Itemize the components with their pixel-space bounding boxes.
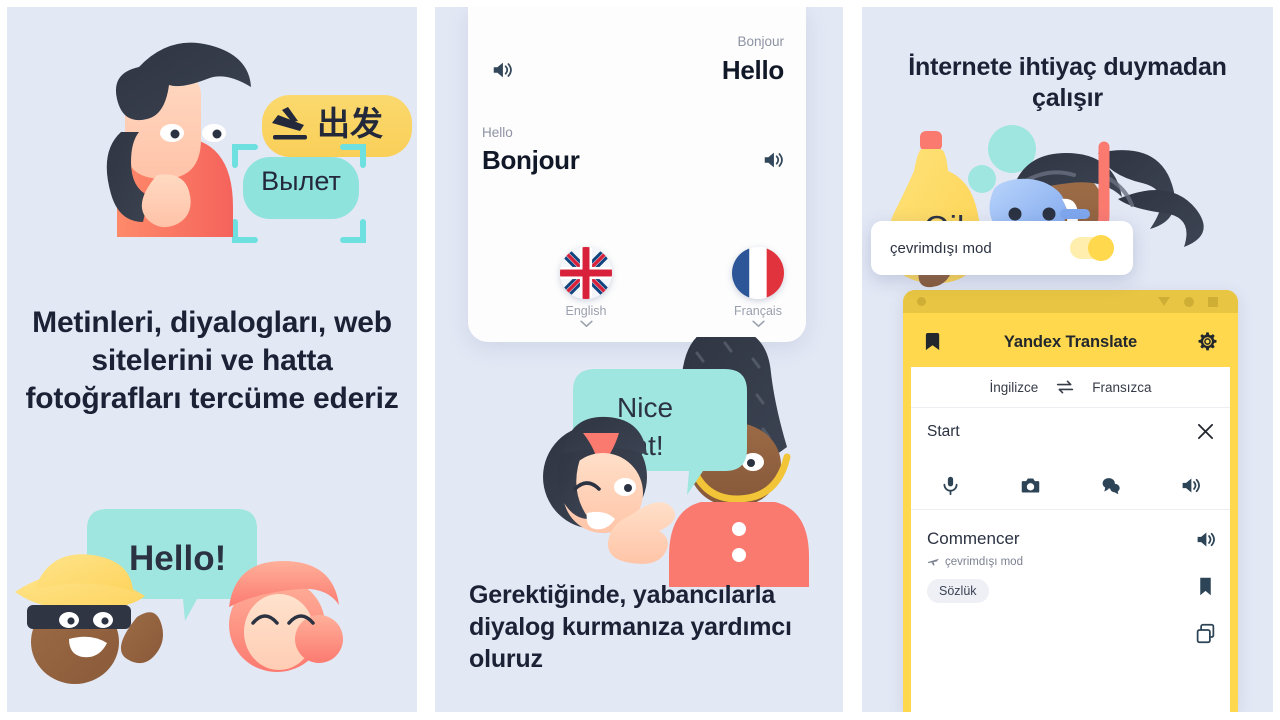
panel-3-headline: İnternete ihtiyaç duymadan çalışır bbox=[908, 53, 1227, 112]
speaker-icon-tool[interactable] bbox=[1180, 475, 1201, 496]
diver-eye-left bbox=[1008, 207, 1022, 221]
illustration-girl-and-guard: Nice hat! bbox=[543, 337, 809, 587]
translation-card: Bonjour Hello Hello Bonjour English Fran… bbox=[468, 7, 806, 342]
airplane-icon bbox=[928, 558, 939, 566]
chevron-down-icon-french[interactable] bbox=[751, 320, 765, 328]
diver-mask-strap bbox=[1060, 209, 1090, 219]
person-left-pupil-r bbox=[101, 617, 109, 625]
illustration-diver: Oil bbox=[887, 125, 1204, 288]
language-label-english: English bbox=[565, 304, 607, 318]
language-selector-french[interactable]: Français bbox=[712, 247, 804, 328]
panel-1-headline: Metinleri, diyalogları, web sitelerini v… bbox=[25, 306, 399, 415]
copy-icon[interactable] bbox=[1195, 623, 1216, 644]
person-right-curl bbox=[295, 615, 343, 663]
speaker-icon-top[interactable] bbox=[491, 59, 513, 81]
translation-result: Commencer çevrimdışı mod Sözlük bbox=[911, 515, 1230, 644]
screenshot-stage: 出发 Вылет Metinleri, diyalogları, web sit… bbox=[0, 0, 1280, 720]
result-chip-sozluk[interactable]: Sözlük bbox=[927, 579, 989, 603]
offline-mode-toggle[interactable] bbox=[1070, 235, 1114, 261]
uk-flag-icon bbox=[560, 247, 612, 299]
diver-eye-right bbox=[1042, 207, 1056, 221]
result-subtitle: çevrimdışı mod bbox=[927, 555, 1214, 568]
bubble-teal-text: Вылет bbox=[261, 166, 341, 196]
guard-uniform bbox=[669, 502, 809, 587]
illustration-two-people-greeting: Hello! bbox=[15, 509, 343, 684]
translate-input-row[interactable]: Start bbox=[911, 408, 1230, 455]
man-pupil-left bbox=[170, 129, 180, 139]
window-chrome-bar bbox=[903, 290, 1238, 313]
camera-icon[interactable] bbox=[1020, 475, 1041, 496]
window-minimize-triangle-icon[interactable] bbox=[1158, 297, 1170, 306]
oil-bottle-cap bbox=[920, 131, 942, 151]
bubble-hello-text: Hello! bbox=[129, 539, 226, 578]
result-subtitle-label: çevrimdışı mod bbox=[945, 555, 1023, 568]
tool-row bbox=[911, 461, 1230, 510]
offline-mode-label: çevrimdışı mod bbox=[890, 239, 992, 257]
france-flag-icon bbox=[732, 247, 784, 299]
speaker-icon-result[interactable] bbox=[1195, 529, 1216, 550]
illustration-man-scanning-sign: 出发 Вылет bbox=[106, 42, 412, 243]
panel-2-headline: Gerektiğinde, yabancılarla diyalog kurma… bbox=[469, 581, 792, 673]
language-selector-english[interactable]: English bbox=[540, 247, 632, 328]
card-row1-target: Hello bbox=[721, 55, 784, 85]
window-close-square-icon[interactable] bbox=[1208, 297, 1218, 307]
translate-input-value[interactable]: Start bbox=[927, 423, 1197, 441]
window-maximize-circle-icon[interactable] bbox=[1184, 297, 1194, 307]
language-bar: İngilizce Fransızca bbox=[911, 367, 1230, 408]
feature-panel-2: Bonjour Hello Hello Bonjour English Fran… bbox=[435, 7, 843, 712]
man-pupil-right bbox=[212, 129, 222, 139]
language-label-french: Français bbox=[734, 304, 782, 318]
guard-button-2 bbox=[732, 548, 746, 562]
bubble-nice-hat-line1: Nice bbox=[617, 392, 673, 423]
offline-mode-toast[interactable]: çevrimdışı mod bbox=[871, 221, 1133, 275]
card-row2-target: Bonjour bbox=[482, 145, 580, 175]
language-to[interactable]: Fransızca bbox=[1092, 380, 1151, 395]
app-window-title: Yandex Translate bbox=[1003, 333, 1138, 351]
person-left-sunglasses bbox=[27, 605, 131, 629]
swap-arrows-icon[interactable] bbox=[1056, 380, 1074, 394]
person-left-pupil-l bbox=[67, 617, 75, 625]
speaker-icon-bottom[interactable] bbox=[762, 149, 784, 171]
feature-panel-1: 出发 Вылет Metinleri, diyalogları, web sit… bbox=[7, 7, 417, 712]
result-side-icons bbox=[1195, 529, 1216, 644]
guard-pupil-right bbox=[747, 459, 755, 467]
feature-panel-3: İnternete ihtiyaç duymadan çalışır Yande… bbox=[862, 7, 1273, 712]
girl-pupil bbox=[624, 484, 632, 492]
card-row2-source: Hello bbox=[482, 125, 513, 140]
gear-icon[interactable] bbox=[1197, 331, 1218, 352]
language-from[interactable]: İngilizce bbox=[989, 380, 1038, 395]
close-icon[interactable] bbox=[1197, 423, 1214, 440]
bubble-yellow-text: 出发 bbox=[317, 105, 383, 142]
diver-hair-back bbox=[1098, 150, 1175, 229]
window-menu-dot[interactable] bbox=[917, 297, 926, 306]
card-row1-source: Bonjour bbox=[737, 34, 784, 49]
dialog-icon[interactable] bbox=[1100, 475, 1121, 496]
result-word: Commencer bbox=[927, 529, 1020, 548]
app-window-body: İngilizce Fransızca Start Commencer çevr… bbox=[911, 367, 1230, 712]
app-window: Yandex Translate İngilizce Fransızca Sta… bbox=[903, 290, 1238, 712]
guard-button-1 bbox=[732, 522, 746, 536]
microphone-icon[interactable] bbox=[940, 475, 961, 496]
chevron-down-icon-english[interactable] bbox=[579, 320, 593, 328]
air-bubble-small bbox=[968, 165, 996, 193]
bookmark-icon-result[interactable] bbox=[1195, 576, 1216, 597]
